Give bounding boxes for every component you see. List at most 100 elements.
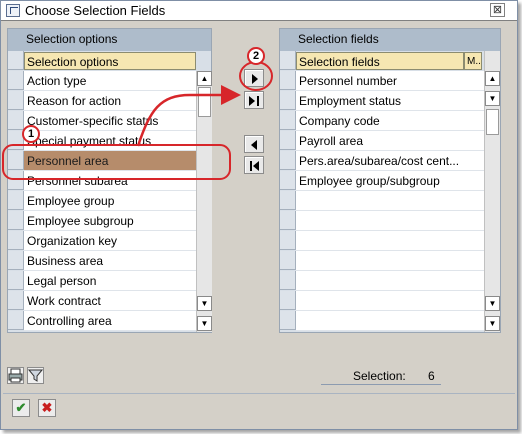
row-selector[interactable] [8,291,24,310]
list-item-label[interactable]: Business area [24,251,196,271]
row-selector[interactable] [8,211,24,230]
list-item-label[interactable]: Employee group [24,191,196,211]
list-item-label[interactable]: Action type [24,71,196,91]
m-column-header[interactable]: M.. [464,52,482,70]
list-item[interactable]: Company code [280,111,500,131]
row-selector[interactable] [8,311,24,330]
row-selector[interactable] [280,91,296,110]
list-item-personnel-area[interactable]: Personnel area [8,151,211,171]
right-scrollbar[interactable]: ▲ ▼ ▼ ▼ [484,51,500,332]
empty-row[interactable] [280,291,500,311]
row-selector[interactable] [280,191,296,210]
list-item[interactable]: Employment status [280,91,500,111]
row-selector[interactable] [8,271,24,290]
ok-button[interactable]: ✔ [12,399,30,417]
list-item[interactable]: Organization key [8,231,211,251]
row-selector[interactable] [8,151,24,170]
selection-fields-column-header[interactable]: Selection fields [296,52,464,70]
cancel-button[interactable]: ✖ [38,399,56,417]
close-button[interactable]: ⊠ [490,3,505,17]
list-item[interactable]: Reason for action [8,91,211,111]
row-selector[interactable] [8,251,24,270]
list-item-label[interactable]: Employee subgroup [24,211,196,231]
move-all-left-button[interactable] [244,156,264,174]
row-selector[interactable] [280,251,296,270]
row-selector[interactable] [280,271,296,290]
list-item[interactable]: Personnel number [280,71,500,91]
list-item-label[interactable]: Legal person [24,271,196,291]
filter-button[interactable] [27,367,44,384]
row-selector[interactable] [280,171,296,190]
list-item-label[interactable]: Organization key [24,231,196,251]
empty-cell[interactable] [296,191,484,211]
row-selector[interactable] [280,231,296,250]
scroll-thumb[interactable] [198,87,211,117]
row-selector[interactable] [280,211,296,230]
empty-cell[interactable] [296,231,484,251]
row-selector[interactable] [280,131,296,150]
print-button[interactable] [7,367,24,384]
row-selector[interactable] [280,311,296,330]
list-item[interactable]: Controlling area [8,311,211,331]
empty-row[interactable] [280,231,500,251]
list-item-label[interactable]: Employment status [296,91,484,111]
select-all-cell[interactable] [280,51,296,70]
list-item-label[interactable]: Company code [296,111,484,131]
left-scrollbar[interactable]: ▲ ▼ ▼ [196,71,212,332]
list-item-label[interactable]: Personnel subarea [24,171,196,191]
list-item[interactable]: Work contract [8,291,211,311]
empty-row[interactable] [280,251,500,271]
row-selector[interactable] [280,111,296,130]
list-item-label[interactable]: Customer-specific status [24,111,196,131]
empty-row[interactable] [280,311,500,331]
scroll-down-icon[interactable]: ▼ [485,296,500,311]
list-item[interactable]: Legal person [8,271,211,291]
list-item[interactable]: Employee group [8,191,211,211]
list-item-label[interactable]: Payroll area [296,131,484,151]
empty-row[interactable] [280,211,500,231]
list-item-label[interactable]: Pers.area/subarea/cost cent... [296,151,484,171]
scroll-thumb[interactable] [486,109,499,135]
scroll-down-small-icon[interactable]: ▼ [485,91,500,106]
row-selector[interactable] [8,171,24,190]
move-right-button[interactable] [244,69,264,87]
list-item[interactable]: Personnel subarea [8,171,211,191]
row-selector[interactable] [8,91,24,110]
move-all-right-button[interactable] [244,91,264,109]
selection-options-column-header[interactable]: Selection options [24,52,196,70]
row-selector[interactable] [280,71,296,90]
list-item[interactable]: Business area [8,251,211,271]
row-selector[interactable] [8,111,24,130]
empty-cell[interactable] [296,211,484,231]
list-item-label[interactable]: Personnel area [24,151,196,171]
list-item-label[interactable]: Work contract [24,291,196,311]
empty-cell[interactable] [296,311,484,331]
row-selector[interactable] [8,71,24,90]
row-selector[interactable] [280,291,296,310]
list-item-label[interactable]: Personnel number [296,71,484,91]
list-item[interactable]: Pers.area/subarea/cost cent... [280,151,500,171]
row-selector[interactable] [280,151,296,170]
list-item-label[interactable]: Special payment status [24,131,196,151]
empty-cell[interactable] [296,291,484,311]
scroll-end-icon[interactable]: ▼ [485,316,500,331]
list-item[interactable]: Employee group/subgroup [280,171,500,191]
empty-cell[interactable] [296,251,484,271]
list-item[interactable]: Employee subgroup [8,211,211,231]
list-item[interactable]: Payroll area [280,131,500,151]
list-item[interactable]: Action type [8,71,211,91]
empty-row[interactable] [280,271,500,291]
scroll-up-icon[interactable]: ▲ [197,71,212,86]
scroll-end-icon[interactable]: ▼ [197,316,212,331]
scroll-up-icon[interactable]: ▲ [485,71,500,86]
scroll-down-icon[interactable]: ▼ [197,296,212,311]
row-selector[interactable] [8,231,24,250]
list-item-label[interactable]: Reason for action [24,91,196,111]
list-item-label[interactable]: Controlling area [24,311,196,331]
empty-row[interactable] [280,191,500,211]
list-item-label[interactable]: Employee group/subgroup [296,171,484,191]
move-left-button[interactable] [244,135,264,153]
empty-cell[interactable] [296,271,484,291]
select-all-cell[interactable] [8,51,24,70]
row-selector[interactable] [8,191,24,210]
